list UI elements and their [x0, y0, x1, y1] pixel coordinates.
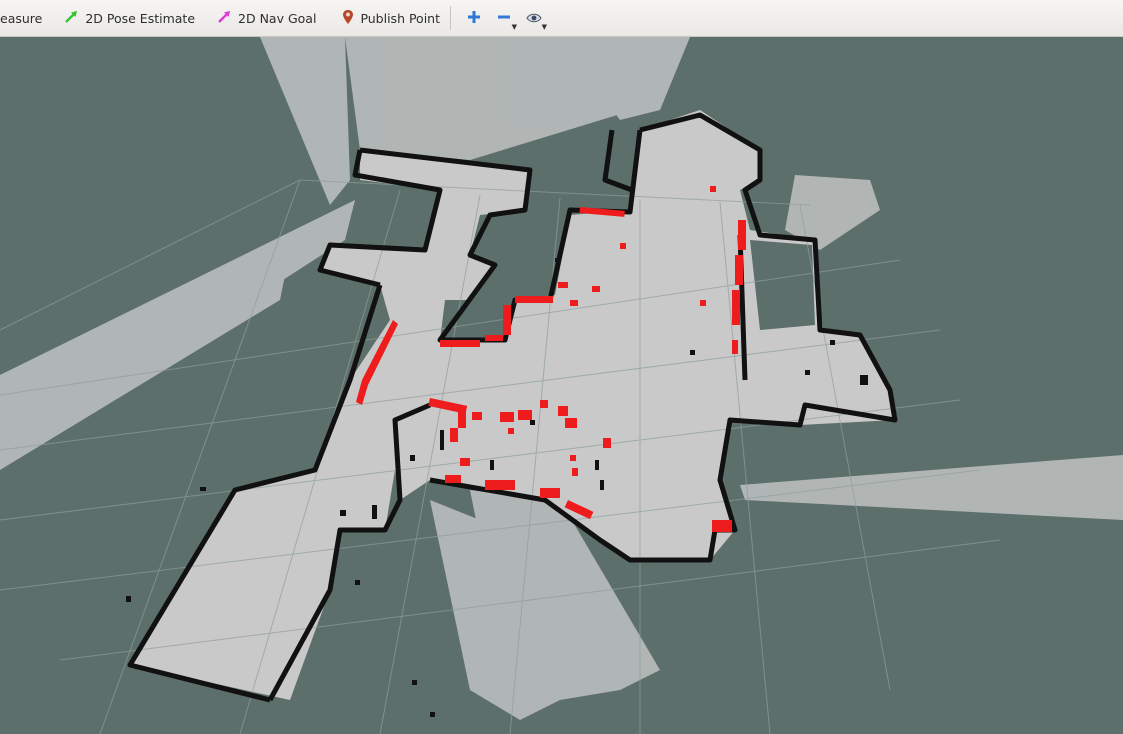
nav-goal-label: 2D Nav Goal [238, 10, 317, 26]
rviz-toolbar: easure 2D Pose Estimate 2D Nav Goal Publ… [0, 0, 1123, 37]
3d-render-view[interactable] [0, 37, 1123, 734]
occupancy-map-scene [0, 37, 1123, 734]
add-tool-button[interactable] [459, 0, 489, 37]
publish-point-label: Publish Point [360, 10, 441, 26]
pose-estimate-tool[interactable]: 2D Pose Estimate [64, 0, 195, 37]
measure-tool-label: easure [0, 10, 43, 26]
plus-icon [467, 9, 481, 28]
remove-tool-button[interactable]: ▼ [489, 0, 519, 37]
chevron-down-icon: ▼ [511, 22, 518, 31]
nav-goal-tool[interactable]: 2D Nav Goal [217, 0, 316, 37]
magenta-arrow-icon [217, 9, 232, 27]
pose-estimate-label: 2D Pose Estimate [85, 10, 196, 26]
eye-icon [526, 9, 542, 28]
minus-icon [497, 9, 511, 28]
green-arrow-icon [64, 9, 79, 27]
view-button[interactable]: ▼ [519, 0, 549, 37]
map-pin-icon [342, 9, 354, 28]
measure-tool[interactable]: easure [0, 0, 42, 37]
chevron-down-icon: ▼ [541, 22, 548, 31]
toolbar-separator [450, 6, 452, 30]
publish-point-tool[interactable]: Publish Point [342, 0, 440, 37]
